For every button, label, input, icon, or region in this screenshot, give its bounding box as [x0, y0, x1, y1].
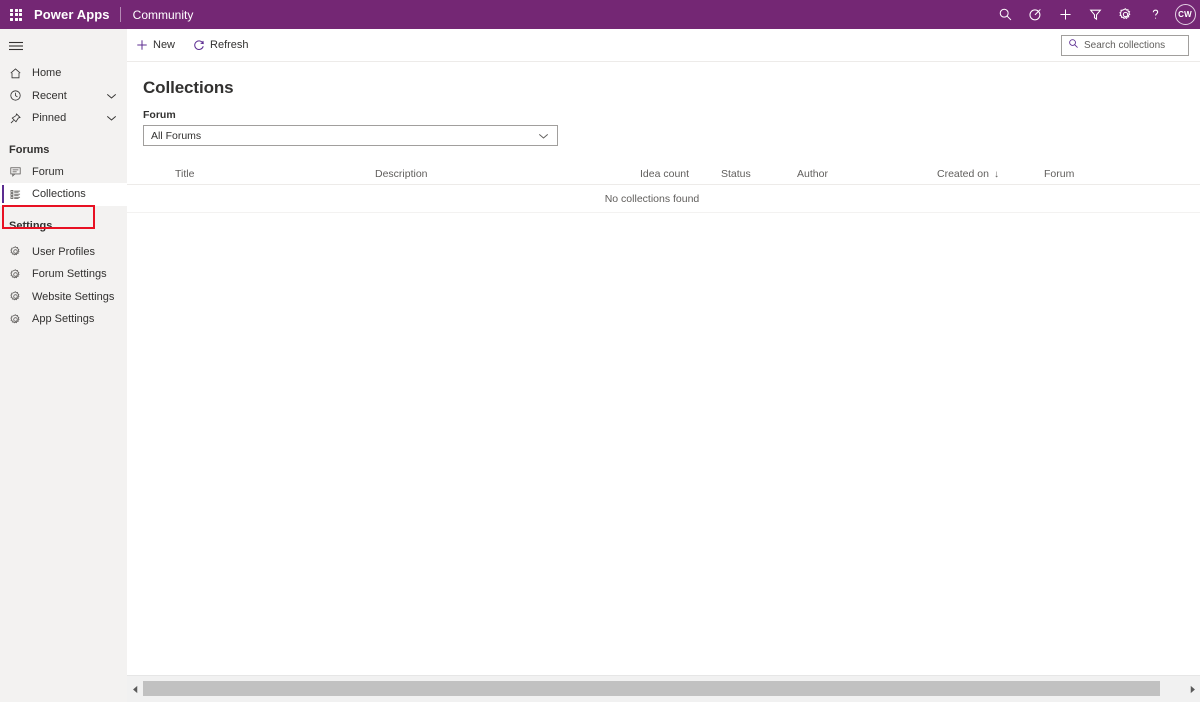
search-collections-box[interactable]: [1061, 35, 1189, 56]
sidebar-item-user-profiles[interactable]: User Profiles: [0, 241, 127, 264]
sidebar-item-collections[interactable]: Collections: [0, 183, 127, 206]
plus-icon[interactable]: [1050, 0, 1080, 29]
refresh-icon: [193, 39, 205, 51]
help-icon[interactable]: [1140, 0, 1170, 29]
forum-filter-label: Forum: [143, 109, 1200, 121]
app-name[interactable]: Community: [121, 8, 194, 22]
sidebar: Home Recent Pinned Forums Forum: [0, 29, 127, 702]
chevron-right-icon[interactable]: [1184, 676, 1200, 703]
search-input[interactable]: [1079, 40, 1179, 51]
chevron-down-icon[interactable]: [106, 92, 127, 100]
column-header-created-on[interactable]: Created on ↓: [937, 163, 999, 185]
sidebar-item-label: Home: [26, 67, 61, 79]
scrollbar-thumb[interactable]: [143, 681, 1160, 696]
sidebar-item-label: Recent: [26, 90, 67, 102]
plus-icon: [136, 39, 148, 51]
app-launcher-grid: [10, 9, 22, 21]
product-name[interactable]: Power Apps: [32, 7, 120, 22]
sidebar-item-label: Collections: [26, 188, 86, 200]
column-header-author[interactable]: Author: [797, 163, 828, 185]
forum-filter-dropdown[interactable]: All Forums: [143, 125, 558, 146]
home-icon: [9, 67, 26, 80]
grid-header-row: Title Description Idea count Status Auth…: [127, 163, 1200, 185]
sidebar-item-forum-settings[interactable]: Forum Settings: [0, 263, 127, 286]
pin-icon: [9, 112, 26, 125]
sidebar-item-website-settings[interactable]: Website Settings: [0, 286, 127, 309]
search-icon: [1068, 36, 1079, 54]
sidebar-group-settings: Settings: [0, 215, 127, 237]
sidebar-item-forum[interactable]: Forum: [0, 161, 127, 184]
sidebar-item-label: User Profiles: [26, 246, 95, 258]
avatar[interactable]: CW: [1170, 0, 1200, 29]
comment-icon: [9, 165, 26, 178]
forum-filter-value: All Forums: [151, 130, 201, 142]
gear-icon[interactable]: [1110, 0, 1140, 29]
column-header-description[interactable]: Description: [375, 163, 428, 185]
gear-icon: [9, 313, 26, 326]
command-bar: New Refresh: [127, 29, 1200, 62]
main-content: Collections Forum All Forums Title Descr…: [127, 62, 1200, 675]
refresh-button[interactable]: Refresh: [184, 29, 258, 62]
gear-icon: [9, 290, 26, 303]
empty-state-message: No collections found: [127, 185, 1177, 213]
horizontal-scrollbar[interactable]: [127, 675, 1200, 702]
collections-grid: Title Description Idea count Status Auth…: [127, 163, 1200, 213]
column-header-status[interactable]: Status: [721, 163, 751, 185]
avatar-initials: CW: [1175, 4, 1196, 25]
column-header-title[interactable]: Title: [175, 163, 194, 185]
sidebar-item-pinned[interactable]: Pinned: [0, 107, 127, 130]
brand-bar-actions: CW: [990, 0, 1200, 29]
chevron-down-icon[interactable]: [538, 132, 549, 140]
target-icon[interactable]: [1020, 0, 1050, 29]
column-header-forum[interactable]: Forum: [1044, 163, 1074, 185]
filter-icon[interactable]: [1080, 0, 1110, 29]
sidebar-item-label: Forum Settings: [26, 268, 107, 280]
grid-empty-row: No collections found: [127, 185, 1200, 213]
new-button-label: New: [153, 39, 175, 51]
sidebar-item-recent[interactable]: Recent: [0, 85, 127, 108]
sidebar-item-label: Pinned: [26, 112, 66, 124]
search-icon[interactable]: [990, 0, 1020, 29]
sidebar-item-home[interactable]: Home: [0, 62, 127, 85]
gear-icon: [9, 268, 26, 281]
forum-filter: Forum All Forums: [127, 98, 1200, 146]
sort-descending-icon: ↓: [994, 169, 999, 180]
scrollbar-track[interactable]: [143, 676, 1184, 703]
gear-icon: [9, 245, 26, 258]
chevron-down-icon[interactable]: [106, 114, 127, 122]
column-header-idea-count[interactable]: Idea count: [640, 163, 689, 185]
hamburger-icon[interactable]: [0, 29, 127, 62]
sidebar-item-app-settings[interactable]: App Settings: [0, 308, 127, 331]
sidebar-group-forums: Forums: [0, 139, 127, 161]
column-header-created-on-label: Created on: [937, 168, 989, 180]
sidebar-item-label: App Settings: [26, 313, 94, 325]
app-launcher-icon[interactable]: [0, 0, 32, 29]
new-button[interactable]: New: [127, 29, 184, 62]
top-brand-bar: Power Apps Community: [0, 0, 1200, 29]
list-icon: [9, 188, 26, 201]
page-title: Collections: [127, 62, 1200, 98]
refresh-button-label: Refresh: [210, 39, 249, 51]
chevron-left-icon[interactable]: [127, 676, 143, 703]
sidebar-item-label: Website Settings: [26, 291, 114, 303]
sidebar-item-label: Forum: [26, 166, 64, 178]
clock-icon: [9, 89, 26, 102]
